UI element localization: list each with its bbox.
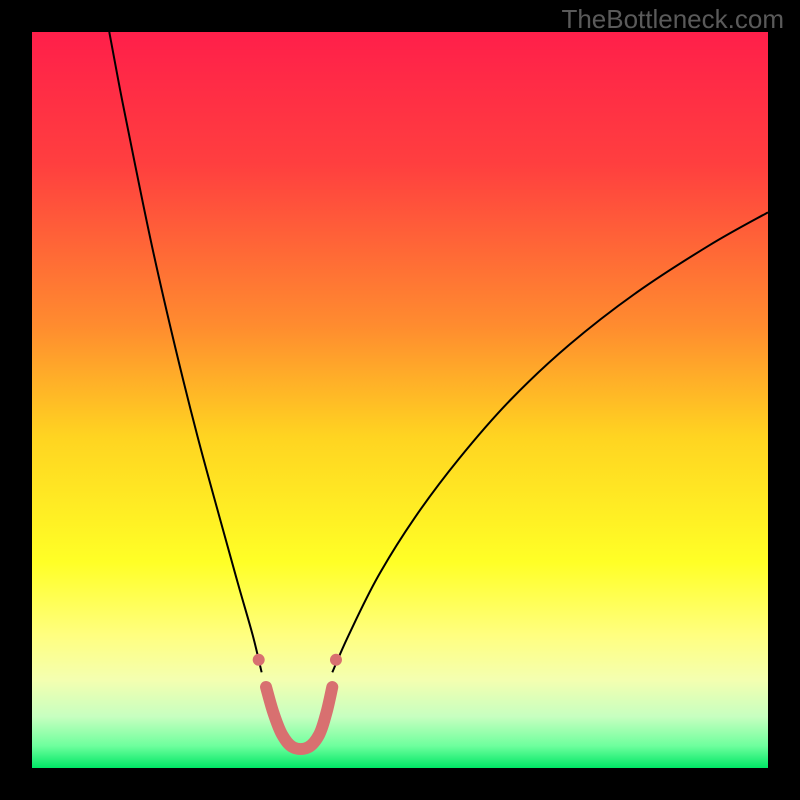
watermark-text: TheBottleneck.com xyxy=(561,4,784,35)
bottleneck-curve-right xyxy=(332,212,768,672)
chart-frame: TheBottleneck.com xyxy=(0,0,800,800)
bottleneck-curve-left xyxy=(109,32,261,672)
highlight-end-dot xyxy=(330,654,342,666)
highlight-segment xyxy=(266,687,332,749)
plot-area xyxy=(32,32,768,768)
highlight-end-dot xyxy=(253,654,265,666)
chart-curves xyxy=(32,32,768,768)
